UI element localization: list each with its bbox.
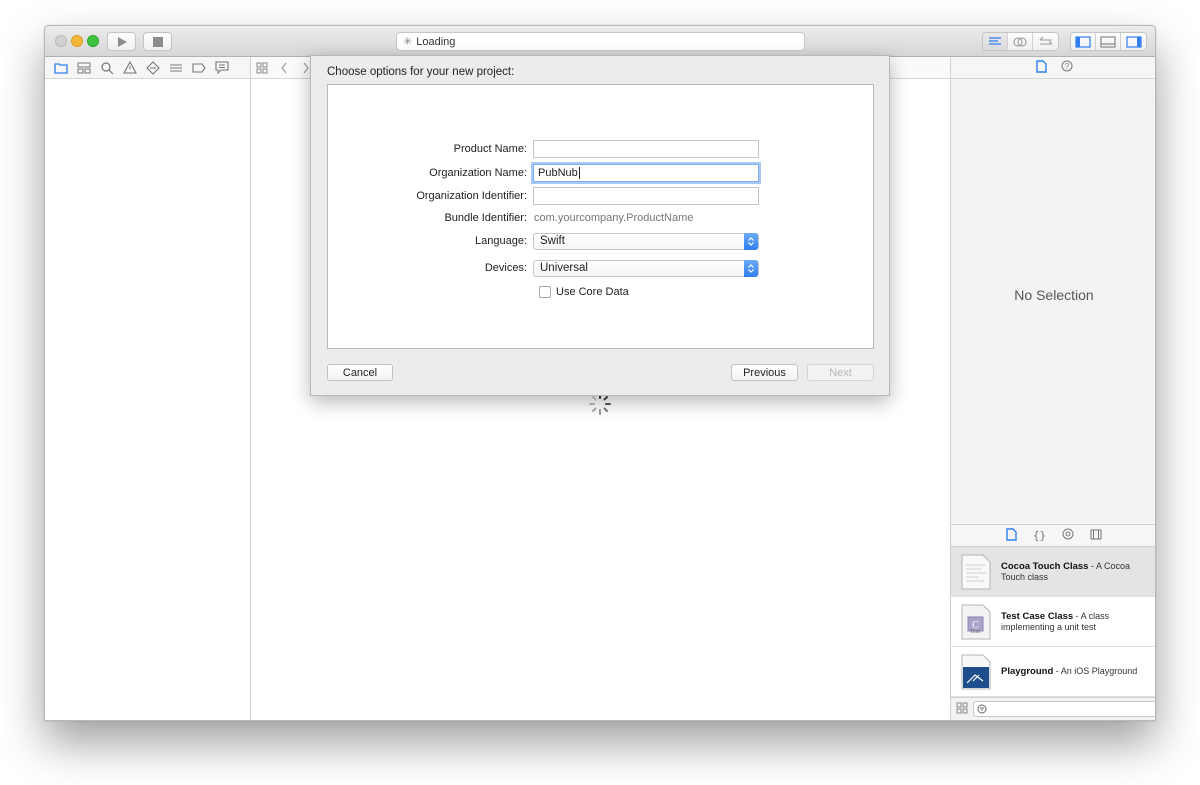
language-row: Language: Swift: [328, 231, 875, 251]
list-item-test-case-class[interactable]: C Test Test Case Class - A class impleme…: [951, 597, 1155, 647]
organization-name-row: Organization Name: PubNub: [328, 163, 875, 183]
sheet-title: Choose options for your new project:: [327, 66, 515, 78]
quick-help-question-icon[interactable]: ?: [1061, 60, 1073, 75]
new-project-options-sheet: Choose options for your new project: Pro…: [310, 55, 890, 396]
bundle-identifier-row: Bundle Identifier: com.yourcompany.Produ…: [328, 208, 875, 228]
bundle-identifier-label: Bundle Identifier:: [444, 212, 527, 224]
test-case-class-file-icon: C Test: [959, 603, 993, 641]
use-core-data-checkbox[interactable]: [539, 286, 551, 298]
next-button[interactable]: Next: [807, 364, 874, 381]
breakpoint-navigator-icon[interactable]: [192, 61, 206, 75]
toggle-debug-area-button[interactable]: [1096, 33, 1121, 50]
product-name-row: Product Name:: [328, 139, 875, 159]
play-icon: [118, 36, 127, 47]
navigator-area: [45, 79, 251, 720]
grid-view-icon[interactable]: [956, 702, 968, 717]
organization-identifier-input[interactable]: [533, 187, 759, 205]
text-caret: [578, 167, 580, 179]
library-filter-bar: [951, 697, 1155, 720]
version-editor-button[interactable]: [1033, 33, 1058, 50]
popup-updown-arrows-icon: [744, 232, 758, 250]
library-filter-input[interactable]: [973, 701, 1155, 717]
devices-popup[interactable]: Universal: [533, 259, 759, 277]
file-template-list: Cocoa Touch Class - A Cocoa Touch class …: [951, 547, 1155, 697]
project-navigator-folder-icon[interactable]: [54, 61, 68, 75]
lines-icon: [989, 37, 1001, 45]
minimize-window-button[interactable]: [71, 35, 83, 47]
run-button[interactable]: [107, 32, 136, 51]
file-template-library-icon[interactable]: [1006, 527, 1017, 544]
filter-icon: [977, 704, 987, 714]
use-core-data-row: Use Core Data: [328, 282, 875, 302]
bottom-panel-icon: [1100, 35, 1116, 48]
devices-row: Devices: Universal: [328, 258, 875, 278]
venn-icon: [1013, 36, 1027, 47]
popup-updown-arrows-icon: [744, 259, 758, 277]
toggle-navigator-button[interactable]: [1071, 33, 1096, 50]
object-library-circle-icon[interactable]: [1062, 528, 1074, 543]
organization-identifier-row: Organization Identifier:: [328, 186, 875, 206]
list-item-text: Cocoa Touch Class - A Cocoa Touch class: [1001, 560, 1130, 582]
playground-file-icon: [959, 653, 993, 691]
assistant-editor-button[interactable]: [1008, 33, 1033, 50]
organization-name-label: Organization Name:: [429, 167, 527, 179]
back-chevron-icon[interactable]: [277, 61, 291, 75]
search-navigator-icon[interactable]: [100, 61, 114, 75]
options-panel: Product Name: Organization Name: PubNub …: [327, 84, 874, 349]
organization-identifier-label: Organization Identifier:: [416, 190, 527, 202]
utilities-area: ? No Selection {} Cocoa Touch Class - A …: [950, 57, 1155, 720]
report-navigator-speech-bubble-icon[interactable]: [215, 61, 229, 75]
editor-mode-control: [982, 32, 1059, 51]
toggle-utilities-button[interactable]: [1121, 33, 1146, 50]
list-item-playground[interactable]: Playground - An iOS Playground: [951, 647, 1155, 697]
view-toggle-control: [1070, 32, 1147, 51]
zoom-window-button[interactable]: [87, 35, 99, 47]
stop-icon: [152, 36, 163, 47]
use-core-data-label: Use Core Data: [556, 286, 629, 298]
loading-spinner-icon: ✳: [403, 36, 413, 48]
svg-text:?: ?: [1064, 62, 1069, 71]
test-navigator-diamond-icon[interactable]: [146, 60, 160, 75]
navigator-selector-bar: [45, 57, 251, 79]
right-panel-icon: [1125, 35, 1142, 48]
cocoa-touch-class-file-icon: [959, 553, 993, 591]
arrows-swap-icon: [1039, 36, 1052, 45]
left-panel-icon: [1075, 35, 1091, 48]
library-selector-bar: {}: [951, 524, 1155, 547]
close-window-button[interactable]: [55, 35, 67, 47]
bundle-identifier-value: com.yourcompany.ProductName: [534, 212, 694, 224]
inspector-selector-bar: ?: [951, 57, 1155, 79]
symbol-navigator-icon[interactable]: [77, 61, 91, 75]
language-popup[interactable]: Swift: [533, 232, 759, 250]
stop-button[interactable]: [143, 32, 172, 51]
toolbar: ✳ Loading: [45, 26, 1155, 57]
list-item-cocoa-touch-class[interactable]: Cocoa Touch Class - A Cocoa Touch class: [951, 547, 1155, 597]
list-item-text: Test Case Class - A class implementing a…: [1001, 610, 1110, 632]
activity-text: Loading: [416, 35, 456, 48]
previous-button[interactable]: Previous: [731, 364, 798, 381]
code-snippet-library-braces-icon[interactable]: {}: [1033, 529, 1046, 542]
media-library-film-icon[interactable]: [1090, 529, 1102, 543]
no-selection-label: No Selection: [1014, 287, 1094, 303]
language-label: Language:: [475, 235, 527, 247]
product-name-input[interactable]: [533, 140, 759, 158]
list-item-text: Playground - An iOS Playground: [1001, 666, 1138, 677]
standard-editor-button[interactable]: [983, 33, 1008, 50]
devices-label: Devices:: [484, 262, 527, 274]
issue-navigator-warning-icon[interactable]: [123, 61, 137, 75]
organization-name-input[interactable]: PubNub: [533, 164, 759, 182]
debug-navigator-icon[interactable]: [169, 61, 183, 75]
activity-view: ✳ Loading: [396, 32, 805, 51]
related-items-grid-icon[interactable]: [255, 61, 269, 75]
file-inspector-document-icon[interactable]: [1035, 59, 1047, 76]
cancel-button[interactable]: Cancel: [327, 364, 393, 381]
product-name-label: Product Name:: [453, 143, 527, 155]
